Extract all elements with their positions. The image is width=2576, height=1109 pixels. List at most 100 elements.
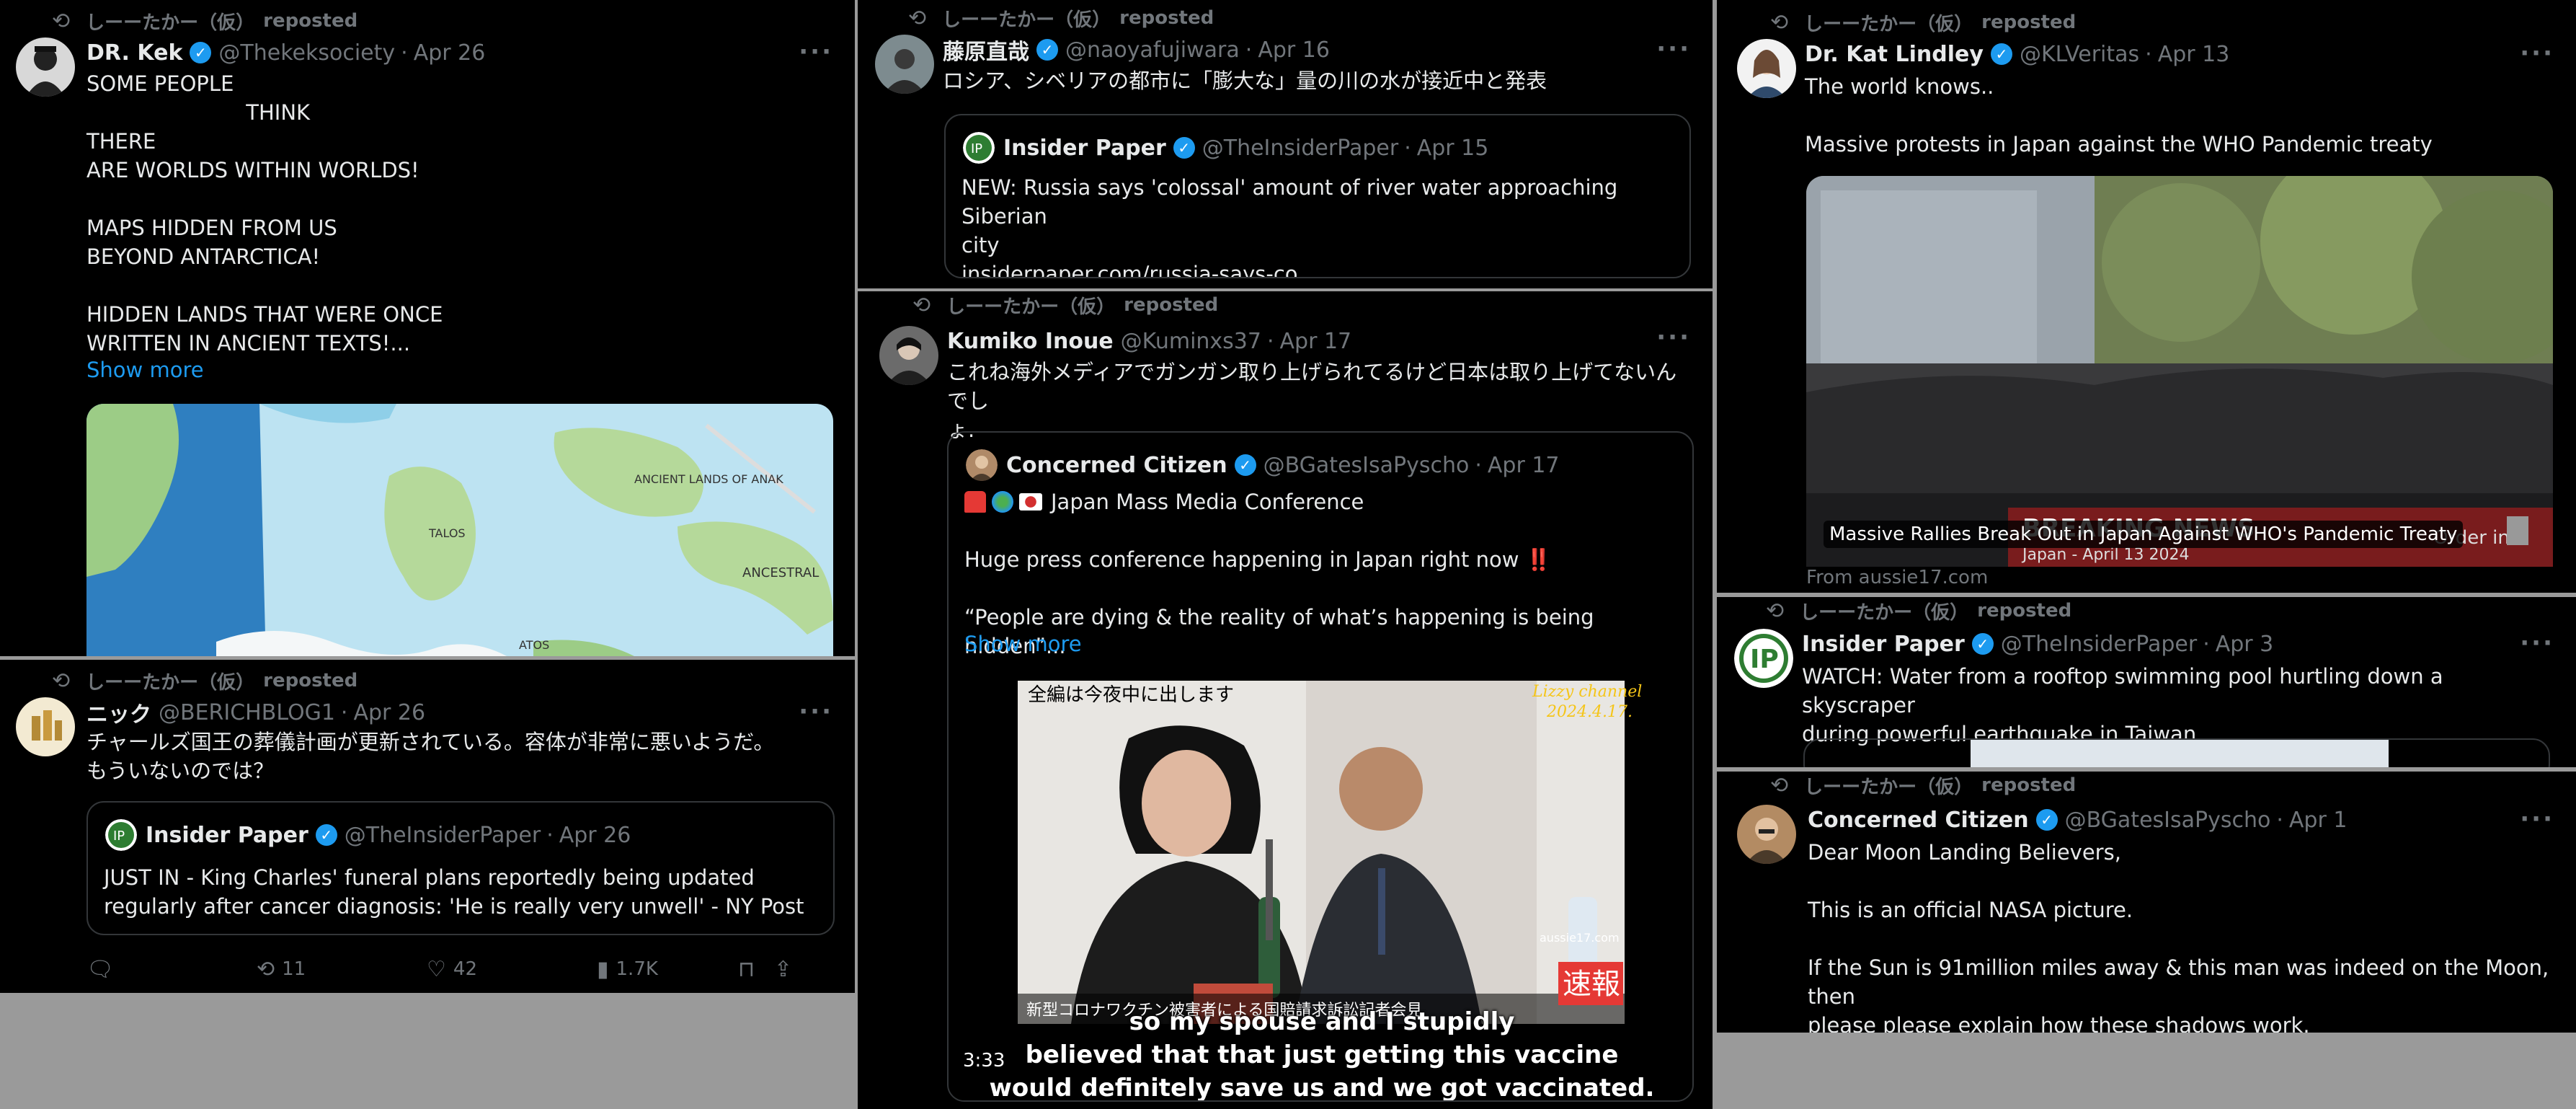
- more-options-icon[interactable]: ···: [1656, 323, 1691, 352]
- tweet-citizen[interactable]: ⟲ しーーたかー（仮） reposted Concerned Citizen ✓…: [1717, 772, 2576, 1033]
- tweet-kek[interactable]: ⟲ しーーたかー（仮） reposted DR. Kek ✓ @Thekekso…: [0, 0, 855, 656]
- repost-icon: ⟲: [912, 292, 931, 318]
- repost-label: reposted: [1977, 600, 2072, 622]
- tweet-fujiwara[interactable]: ⟲ しーーたかー（仮） reposted 藤原直哉 ✓ @naoyafujiwa…: [858, 0, 1713, 288]
- avatar[interactable]: IP: [1734, 629, 1793, 688]
- more-options-icon[interactable]: ···: [2520, 805, 2554, 834]
- author-handle[interactable]: @naoyafujiwara: [1065, 37, 1240, 63]
- repost-indicator: ⟲ しーーたかー（仮） reposted: [912, 291, 1218, 319]
- tweet-date[interactable]: Apr 3: [2216, 632, 2274, 657]
- separator-dot: ·: [1266, 328, 1274, 354]
- separator-dot: ·: [546, 822, 554, 848]
- analytics-icon: ▮: [597, 956, 609, 982]
- quoted-tweet[interactable]: IP Insider Paper ✓ @TheInsiderPaper · Ap…: [86, 801, 835, 935]
- tweet-date[interactable]: Apr 16: [1258, 37, 1330, 63]
- verified-badge-icon: ✓: [1990, 43, 2012, 65]
- tweet-insider[interactable]: ⟲ しーーたかー（仮） reposted IP Insider Paper ✓ …: [1717, 597, 2576, 767]
- video-preview: [1971, 740, 2389, 767]
- reply-button[interactable]: 🗨︎: [86, 957, 257, 982]
- separator-dot: ·: [1245, 37, 1253, 63]
- verified-badge-icon: ✓: [1173, 137, 1195, 159]
- tweet-text: SOME PEOPLE THINK THERE ARE WORLDS WITHI…: [86, 71, 443, 355]
- tweet-text: The world knows.. Massive protests in Ja…: [1805, 74, 2433, 156]
- author-handle[interactable]: @BERICHBLOG1: [159, 700, 335, 725]
- avatar[interactable]: [16, 697, 75, 756]
- share-button[interactable]: ⇪: [774, 957, 803, 982]
- author-name[interactable]: ニック: [86, 697, 151, 728]
- tweet-nick[interactable]: ⟲ しーーたかー（仮） reposted ニック @BERICHBLOG1 · …: [0, 660, 855, 993]
- author-name[interactable]: Concerned Citizen: [1808, 808, 2029, 833]
- separator-dot: ·: [401, 40, 408, 66]
- quoted-tweet[interactable]: IP Insider Paper ✓ @TheInsiderPaper · Ap…: [944, 114, 1691, 278]
- svg-text:IP: IP: [1750, 645, 1779, 674]
- more-options-icon[interactable]: ···: [799, 697, 833, 726]
- video-thumbnail[interactable]: [1803, 738, 2550, 767]
- map-label: TALOS: [428, 526, 466, 540]
- views-button[interactable]: ▮ 1.7K: [597, 957, 738, 982]
- more-options-icon[interactable]: ···: [2520, 629, 2554, 658]
- verified-badge-icon: ✓: [1036, 39, 1058, 61]
- japan-flag-icon: [1019, 493, 1042, 511]
- tweet-date[interactable]: Apr 13: [2158, 42, 2230, 67]
- avatar[interactable]: [875, 35, 934, 94]
- author-handle[interactable]: @BGatesIsaPyscho: [2065, 808, 2271, 833]
- bookmark-icon: ⊓: [738, 956, 755, 982]
- author-name[interactable]: 藤原直哉: [943, 34, 1029, 66]
- author-name[interactable]: Kumiko Inoue: [947, 329, 1114, 354]
- repost-indicator: ⟲ しーーたかー（仮） reposted: [1766, 597, 2071, 624]
- quote-author-handle: @TheInsiderPaper: [344, 822, 541, 848]
- author-name[interactable]: Insider Paper: [1802, 632, 1965, 657]
- svg-text:IP: IP: [971, 141, 982, 156]
- map-label: ANCIENT LANDS OF ANAK: [634, 472, 783, 486]
- tweet-kumiko[interactable]: ⟲ しーーたかー（仮） reposted Kumiko Inoue @Kumin…: [858, 291, 1713, 1109]
- quoted-tweet[interactable]: Concerned Citizen ✓ @BGatesIsaPyscho · A…: [947, 431, 1694, 1102]
- separator-dot: ·: [340, 699, 348, 725]
- quote-header: IP Insider Paper ✓ @TheInsiderPaper · Ap…: [963, 131, 1488, 164]
- separator-dot: ·: [2145, 41, 2152, 67]
- tweet-date[interactable]: Apr 26: [353, 700, 425, 725]
- repost-user: しーーたかー（仮）: [942, 9, 1111, 31]
- tweet-date[interactable]: Apr 17: [1280, 329, 1352, 354]
- author-handle[interactable]: @KLVeritas: [2020, 42, 2139, 67]
- tweet-text: チャールズ国王の葬儀計画が更新されている。容体が非常に悪いようだ。 もういないの…: [86, 730, 775, 783]
- like-count: 42: [453, 958, 477, 980]
- protest-photo: BREAKING NEWS Japan - April 13 2024 Orde…: [1806, 176, 2553, 567]
- bookmark-button[interactable]: ⊓: [738, 957, 774, 982]
- quote-author-handle: @BGatesIsaPyscho: [1263, 452, 1470, 478]
- tweet-date[interactable]: Apr 1: [2289, 808, 2348, 833]
- repost-button[interactable]: ⟲ 11: [257, 957, 427, 982]
- svg-text:IP: IP: [113, 829, 125, 844]
- author-handle[interactable]: @Thekeksociety: [218, 40, 395, 66]
- quote-emoji-text: Japan Mass Media Conference: [1051, 490, 1364, 514]
- more-options-icon[interactable]: ···: [799, 37, 833, 66]
- tweet-header: ニック @BERICHBLOG1 · Apr 26: [86, 697, 425, 728]
- avatar[interactable]: [1737, 39, 1796, 98]
- repost-icon: ⟲: [908, 5, 927, 31]
- like-button[interactable]: ♡ 42: [427, 957, 597, 982]
- author-name[interactable]: DR. Kek: [86, 40, 182, 66]
- tweet-kat[interactable]: ⟲ しーーたかー（仮） reposted Dr. Kat Lindley ✓ @…: [1717, 0, 2576, 593]
- heart-icon: ♡: [427, 956, 446, 982]
- more-options-icon[interactable]: ···: [2520, 39, 2554, 68]
- link-card-image[interactable]: BREAKING NEWS Japan - April 13 2024 Orde…: [1806, 176, 2553, 567]
- quote-header: Concerned Citizen ✓ @BGatesIsaPyscho · A…: [966, 449, 1560, 482]
- more-options-icon[interactable]: ···: [1656, 35, 1691, 63]
- quote-emoji-line: Japan Mass Media Conference: [964, 487, 1676, 516]
- author-handle[interactable]: @TheInsiderPaper: [2001, 632, 2197, 657]
- avatar[interactable]: [1737, 805, 1796, 864]
- avatar[interactable]: [879, 326, 938, 385]
- link-card-source[interactable]: From aussie17.com: [1806, 567, 1988, 588]
- map-image[interactable]: ANCIENT LANDS OF ANAK TALOS ANCESTRAL AT…: [86, 404, 833, 656]
- repost-indicator: ⟲ しーーたかー（仮） reposted: [52, 7, 357, 35]
- tweet-header: 藤原直哉 ✓ @naoyafujiwara · Apr 16: [943, 34, 1330, 66]
- author-name[interactable]: Dr. Kat Lindley: [1805, 42, 1984, 67]
- tweet-date[interactable]: Apr 26: [414, 40, 486, 66]
- repost-label: reposted: [1124, 294, 1219, 316]
- show-more-link[interactable]: Show more: [964, 632, 1082, 656]
- video-player[interactable]: 全編は今夜中に出します Lizzy channel 2024.4.17. aus…: [949, 681, 1692, 1100]
- view-count: 1.7K: [616, 958, 658, 980]
- author-handle[interactable]: @Kuminxs37: [1121, 329, 1261, 354]
- repost-user: しーーたかー（仮）: [86, 12, 255, 34]
- avatar[interactable]: [16, 37, 75, 97]
- show-more-link[interactable]: Show more: [86, 358, 204, 382]
